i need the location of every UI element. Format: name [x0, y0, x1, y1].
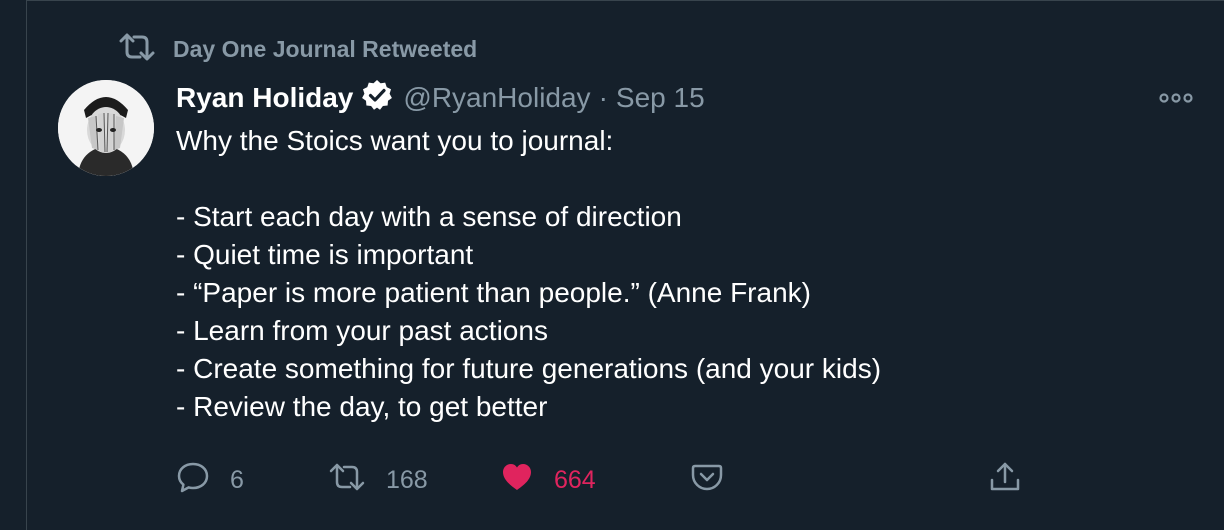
retweet-count: 168 — [386, 465, 428, 494]
tweet-header: Ryan Holiday @RyanHoliday · Sep 15 — [176, 79, 705, 118]
share-button[interactable] — [988, 460, 1022, 500]
reply-count: 6 — [230, 465, 244, 494]
author-handle[interactable]: @RyanHoliday — [403, 82, 590, 114]
retweet-button[interactable]: 168 — [328, 460, 428, 500]
tweet-line: - “Paper is more patient than people.” (… — [176, 277, 811, 308]
tweet-line: Why the Stoics want you to journal: — [176, 125, 614, 156]
reply-icon — [176, 460, 210, 501]
avatar[interactable] — [58, 80, 154, 176]
separator-dot: · — [598, 82, 608, 113]
tweet-line: - Quiet time is important — [176, 239, 474, 270]
tweet-line: - Learn from your past actions — [176, 315, 548, 346]
avatar-image — [58, 80, 154, 176]
tweet-date[interactable]: Sep 15 — [616, 82, 705, 114]
tweet-line: - Review the day, to get better — [176, 391, 548, 422]
retweet-label[interactable]: Day One Journal Retweeted — [173, 36, 477, 63]
share-icon — [988, 460, 1022, 501]
save-button[interactable] — [690, 460, 724, 500]
verified-badge-icon — [353, 79, 393, 118]
like-count: 664 — [554, 465, 596, 494]
reply-button[interactable]: 6 — [176, 460, 244, 500]
tweet-text: Why the Stoics want you to journal: - St… — [176, 122, 1176, 426]
retweet-icon — [328, 462, 366, 499]
pocket-icon — [690, 460, 724, 501]
retweet-context: Day One Journal Retweeted — [118, 32, 477, 66]
like-button[interactable]: 664 — [500, 460, 596, 500]
tweet-line — [176, 160, 1176, 198]
heart-icon — [500, 460, 534, 501]
more-options-icon[interactable] — [1156, 88, 1196, 108]
tweet-line: - Start each day with a sense of directi… — [176, 201, 682, 232]
author-name[interactable]: Ryan Holiday — [176, 82, 353, 114]
tweet-line: - Create something for future generation… — [176, 353, 882, 384]
retweet-icon — [118, 32, 156, 67]
tweet-actions: 6 168 664 — [0, 460, 1224, 500]
